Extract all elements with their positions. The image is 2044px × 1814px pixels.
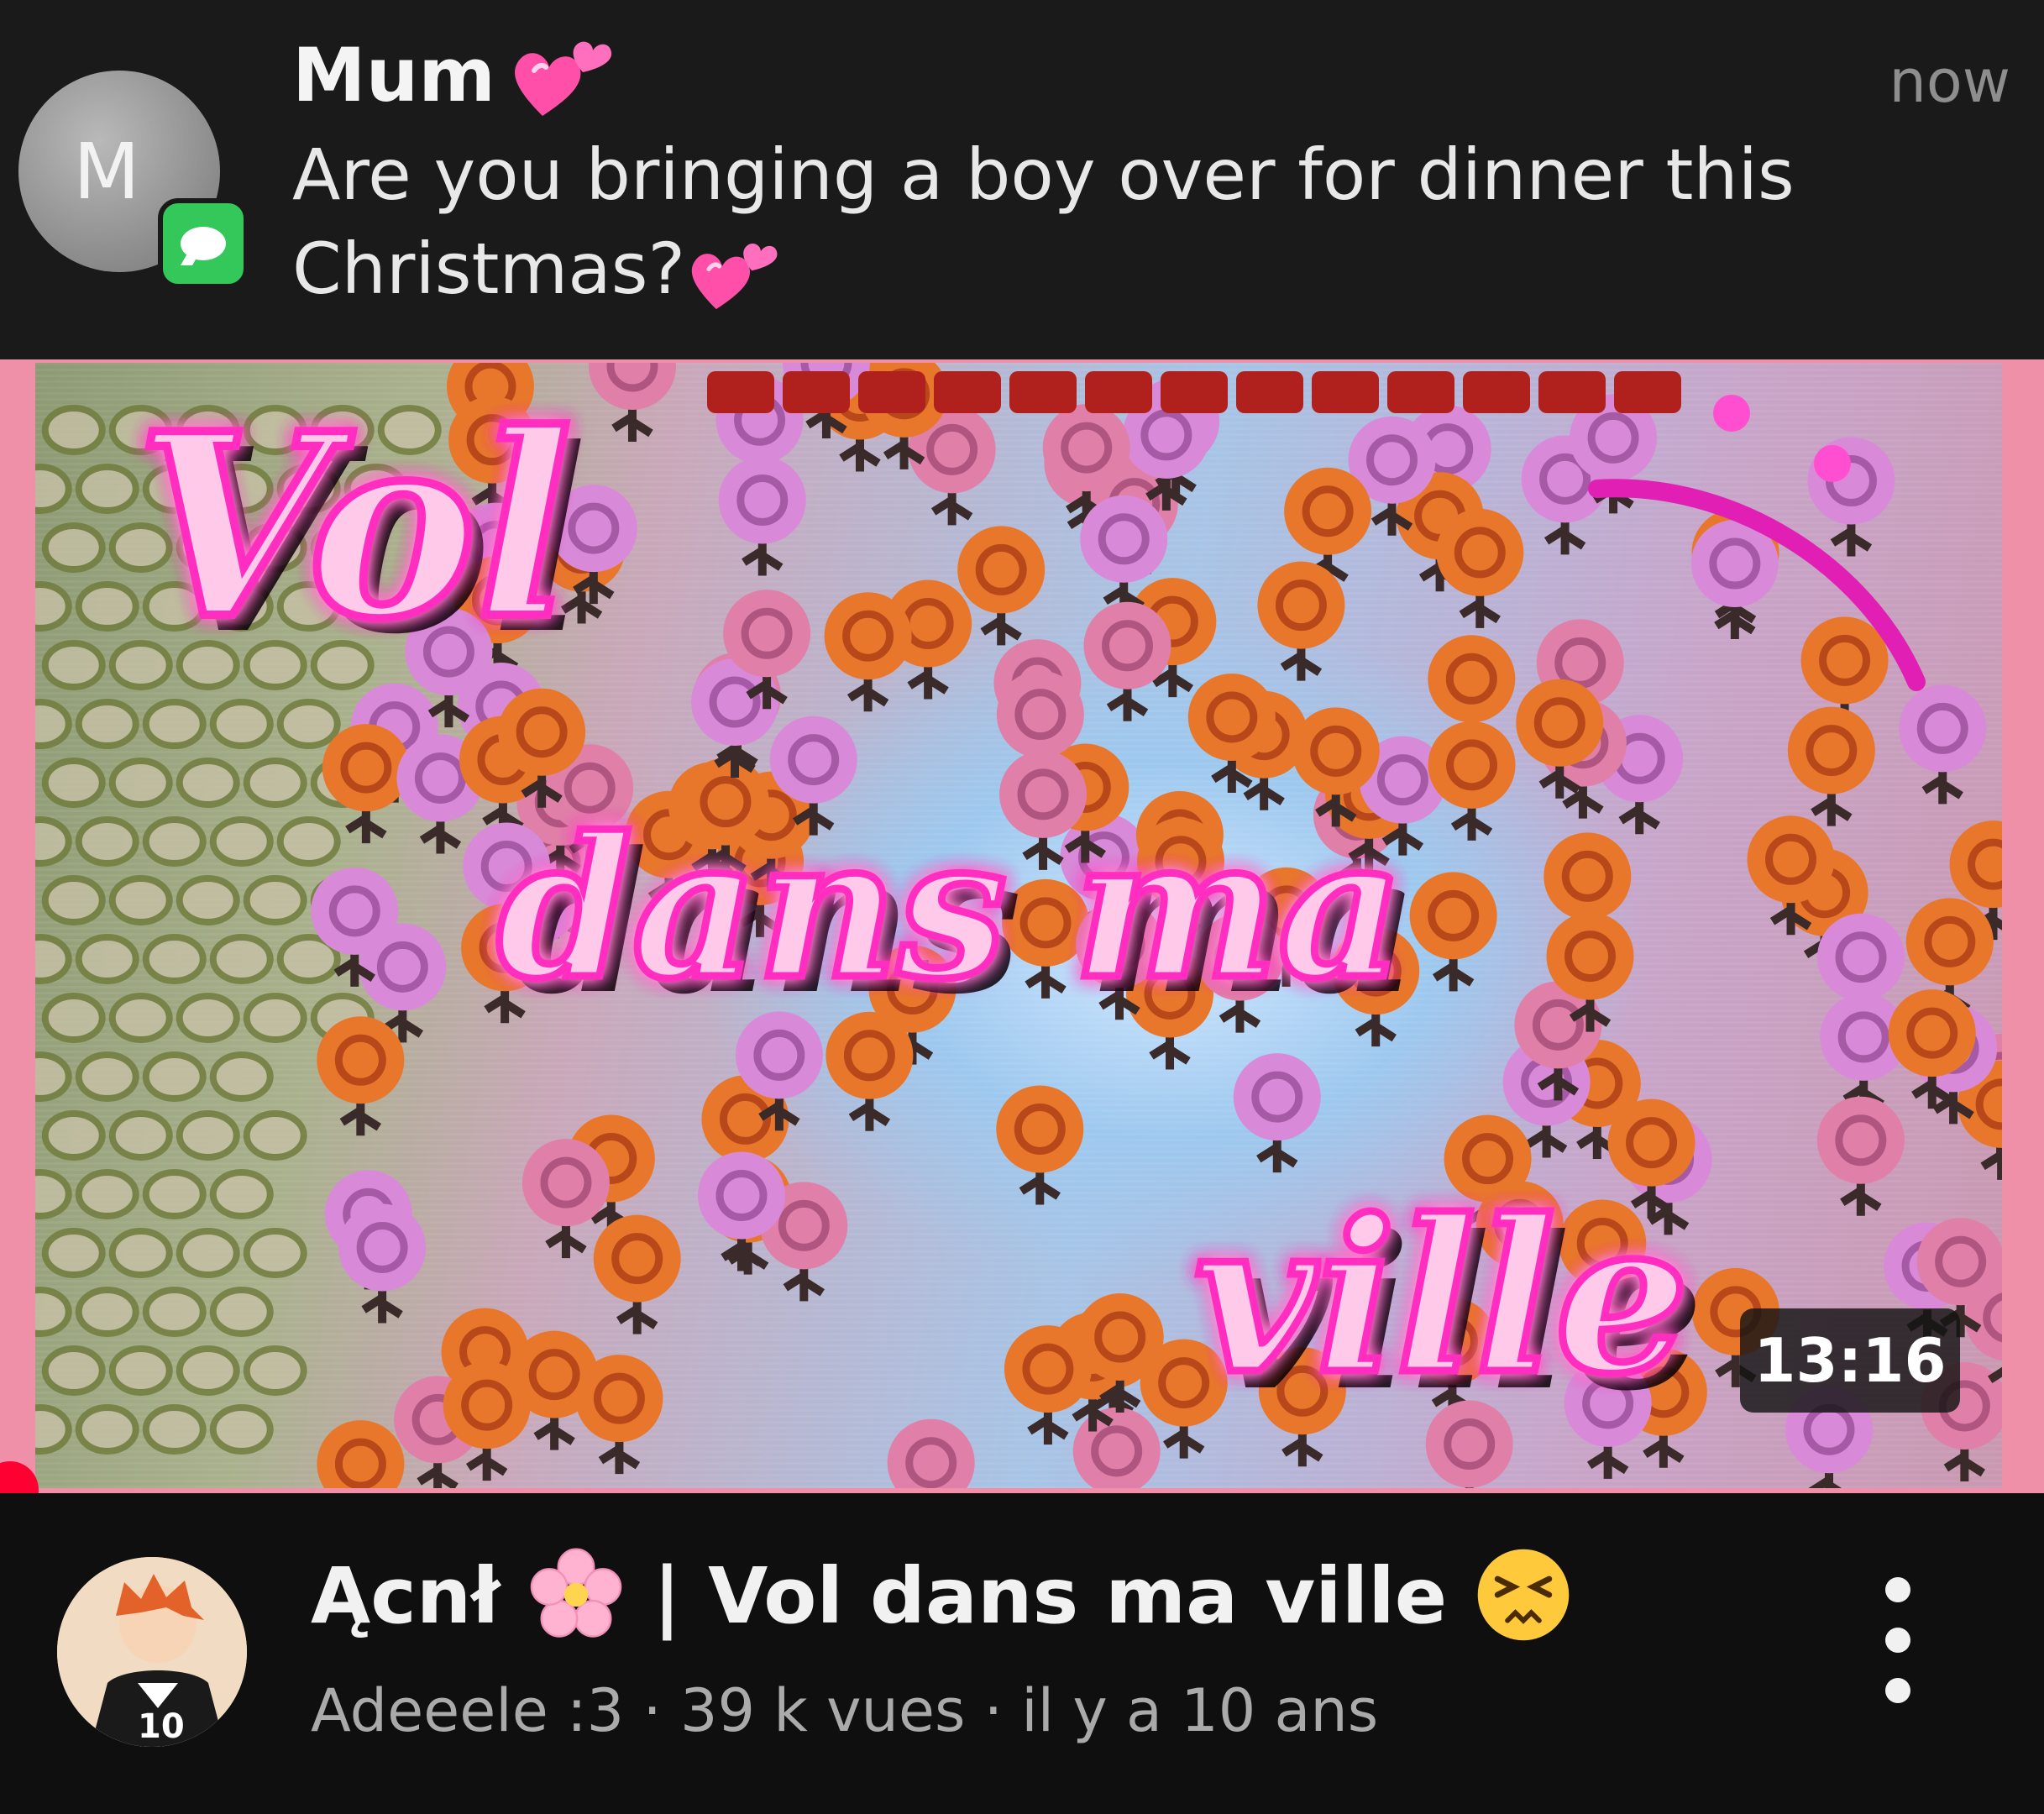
notification-body-line-1: Are you bringing a boy over for dinner t… — [292, 134, 1795, 216]
notification-time: now — [1889, 47, 2010, 116]
kebab-dot — [1885, 1577, 1910, 1602]
thumbnail-title-overlay: Vol dans ma ville Vol dans ma ville — [132, 374, 1926, 1437]
video-title-part-1: Ącnł — [311, 1551, 501, 1641]
thumbnail-title-line-3: ville — [1194, 1173, 1689, 1420]
notification-sender: Mum — [292, 32, 495, 118]
message-notification[interactable]: M Mum now Are you bringing a boy over fo… — [0, 0, 2044, 359]
channel-avatar[interactable]: 10 — [57, 1557, 247, 1747]
persevering-face-icon — [1477, 1549, 1570, 1641]
channel-name[interactable]: Adeeele :3 — [311, 1676, 624, 1745]
thumbnail-title-line-1: Vol — [136, 378, 572, 674]
meta-separator: · — [983, 1676, 1003, 1745]
two-hearts-icon — [691, 244, 778, 310]
two-hearts-icon — [515, 41, 612, 116]
messages-icon — [158, 198, 249, 289]
notification-body-line-2: Christmas? — [292, 228, 686, 310]
video-duration-badge: 13:16 — [1740, 1308, 1960, 1413]
video-metadata: Adeeele :3 · 39 k vues · il y a 10 ans — [311, 1676, 1378, 1745]
video-title-part-2: | Vol dans ma ville — [653, 1551, 1448, 1641]
cherry-blossom-icon — [531, 1548, 622, 1638]
upload-age: il y a 10 ans — [1021, 1676, 1379, 1745]
avatar-initial: M — [73, 126, 140, 217]
svg-text:10: 10 — [138, 1707, 185, 1746]
more-options-button[interactable] — [1864, 1577, 1931, 1703]
decorative-dot — [1814, 445, 1851, 482]
thumbnail-image: Vol dans ma ville Vol dans ma ville 13:1… — [35, 363, 2002, 1488]
notification-body: Are you bringing a boy over for dinner t… — [292, 128, 1955, 317]
video-thumbnail[interactable]: Vol dans ma ville Vol dans ma ville 13:1… — [0, 359, 2044, 1493]
view-count: 39 k vues — [679, 1676, 966, 1745]
video-title[interactable]: Ącnł | Vol dans ma ville — [311, 1545, 1573, 1644]
decorative-swoosh — [1588, 479, 1926, 691]
video-info[interactable]: 10 Ącnł | Vol dans ma ville Adeeele :3 ·… — [0, 1493, 2044, 1814]
anime-character-avatar-icon: 10 — [57, 1557, 247, 1747]
decorative-dot — [1713, 395, 1750, 432]
meta-separator: · — [642, 1676, 662, 1745]
kebab-dot — [1885, 1678, 1910, 1703]
kebab-dot — [1885, 1628, 1910, 1653]
thumbnail-title-line-2: dans ma — [497, 795, 1403, 1022]
